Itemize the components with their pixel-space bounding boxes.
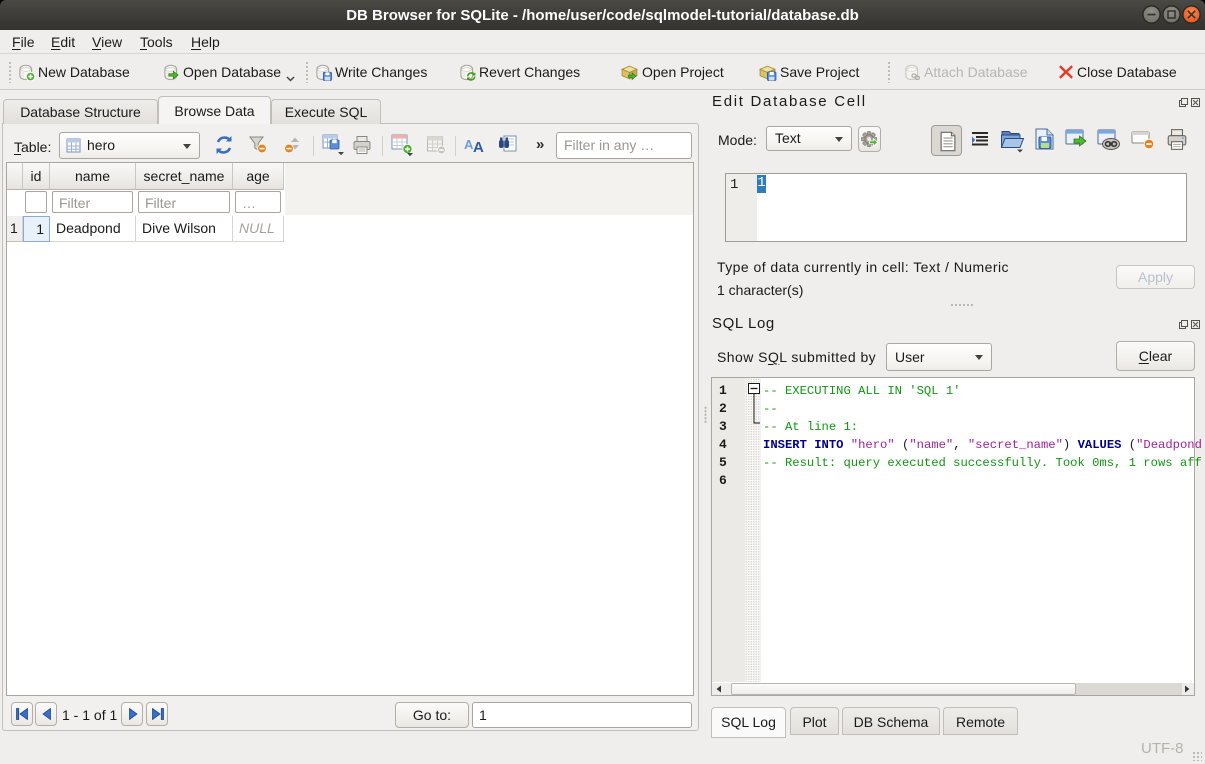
svg-text:A: A <box>473 139 484 154</box>
